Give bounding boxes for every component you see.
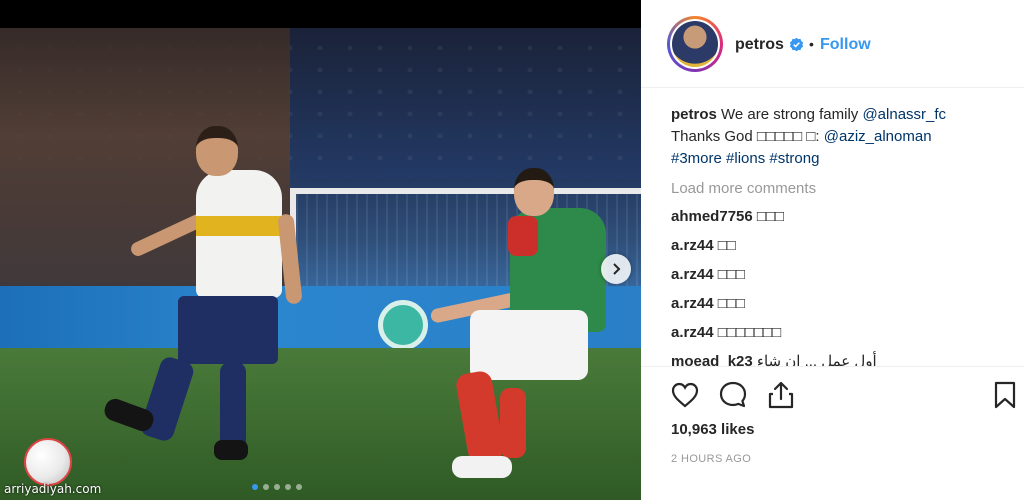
- likes-count[interactable]: 10,963 likes: [671, 421, 754, 438]
- carousel-indicator: [252, 484, 302, 490]
- caption: petros We are strong family @alnassr_fc: [671, 104, 1011, 126]
- comment-username[interactable]: a.rz44: [671, 295, 714, 312]
- player-head: [196, 126, 238, 176]
- comment-item: moead_k23 أول عمل ... إن شاء: [671, 351, 1011, 366]
- caption-line: Thanks God □□□□□ □: @aziz_alnoman: [671, 126, 1011, 148]
- opponent-head: [514, 168, 554, 216]
- heart-icon: [671, 382, 699, 408]
- comment-text: أول عمل ... إن شاء: [752, 353, 877, 366]
- mention-link[interactable]: @aziz_alnoman: [824, 128, 932, 145]
- opponent-boot: [452, 456, 512, 478]
- caption-text: Thanks God □□□□□ □:: [671, 128, 824, 145]
- watermark: arriyadiyah.com: [4, 482, 102, 496]
- comment-text: □□□: [713, 295, 745, 312]
- carousel-dot: [296, 484, 302, 490]
- comment-username[interactable]: a.rz44: [671, 266, 714, 283]
- player-shorts: [178, 296, 278, 364]
- post-photo[interactable]: arriyadiyah.com: [0, 0, 641, 500]
- post-timestamp[interactable]: 2 HOURS AGO: [671, 453, 751, 465]
- comment-button[interactable]: [717, 379, 749, 411]
- like-button[interactable]: [669, 379, 701, 411]
- stadium-scene: [0, 28, 641, 500]
- carousel-dot: [285, 484, 291, 490]
- comment-item: a.rz44 □□□: [671, 264, 1011, 287]
- opponent-shorts: [470, 310, 588, 380]
- hashtag-links[interactable]: #3more #lions #strong: [671, 150, 819, 167]
- username-link[interactable]: petros: [735, 36, 784, 54]
- shirt-stripe: [196, 216, 282, 236]
- comments-list: petros We are strong family @alnassr_fc …: [671, 104, 1011, 366]
- comment-text: □□□: [713, 266, 745, 283]
- share-icon: [768, 381, 794, 409]
- post-side-panel: petros • Follow petros We are strong fam…: [641, 0, 1024, 500]
- comment-text: □□□□□□□: [713, 324, 782, 341]
- comment-username[interactable]: ahmed7756: [671, 208, 753, 225]
- caption-line: #3more #lions #strong: [671, 148, 1011, 170]
- chevron-right-icon: [613, 263, 621, 275]
- story-ring[interactable]: [667, 16, 723, 72]
- opponent-leg: [500, 388, 526, 458]
- caption-text: We are strong family: [716, 106, 863, 123]
- speech-bubble-icon: [719, 381, 747, 408]
- share-button[interactable]: [765, 379, 797, 411]
- comment-username[interactable]: a.rz44: [671, 237, 714, 254]
- carousel-dot: [274, 484, 280, 490]
- bookmark-icon: [994, 381, 1016, 409]
- opponent-sleeve: [508, 216, 538, 256]
- follow-button[interactable]: Follow: [820, 36, 871, 54]
- comment-text: □□□: [752, 208, 785, 225]
- carousel-dot: [252, 484, 258, 490]
- advertising-logo: [378, 300, 428, 350]
- load-more-comments-button[interactable]: Load more comments: [671, 178, 1011, 200]
- comment-text: □□: [713, 237, 736, 254]
- mention-link[interactable]: @alnassr_fc: [862, 106, 946, 123]
- carousel-dot: [263, 484, 269, 490]
- save-button[interactable]: [989, 379, 1021, 411]
- comment-item: a.rz44 □□: [671, 235, 1011, 258]
- header-separator: •: [809, 36, 814, 52]
- verified-badge-icon: [789, 37, 804, 52]
- comment-item: a.rz44 □□□: [671, 293, 1011, 316]
- player-boot: [214, 440, 248, 460]
- comment-item: ahmed7756 □□□: [671, 206, 1011, 229]
- comment-username[interactable]: a.rz44: [671, 324, 714, 341]
- avatar[interactable]: [672, 21, 718, 67]
- comment-item: a.rz44 □□□□□□□: [671, 322, 1011, 345]
- player-leg: [220, 362, 246, 452]
- football: [24, 438, 72, 486]
- carousel-next-button[interactable]: [601, 254, 631, 284]
- post-actions: 10,963 likes 2 HOURS AGO: [641, 366, 1024, 500]
- caption-username[interactable]: petros: [671, 106, 717, 123]
- comment-username[interactable]: moead_k23: [671, 353, 753, 366]
- post-header: petros • Follow: [641, 0, 1024, 88]
